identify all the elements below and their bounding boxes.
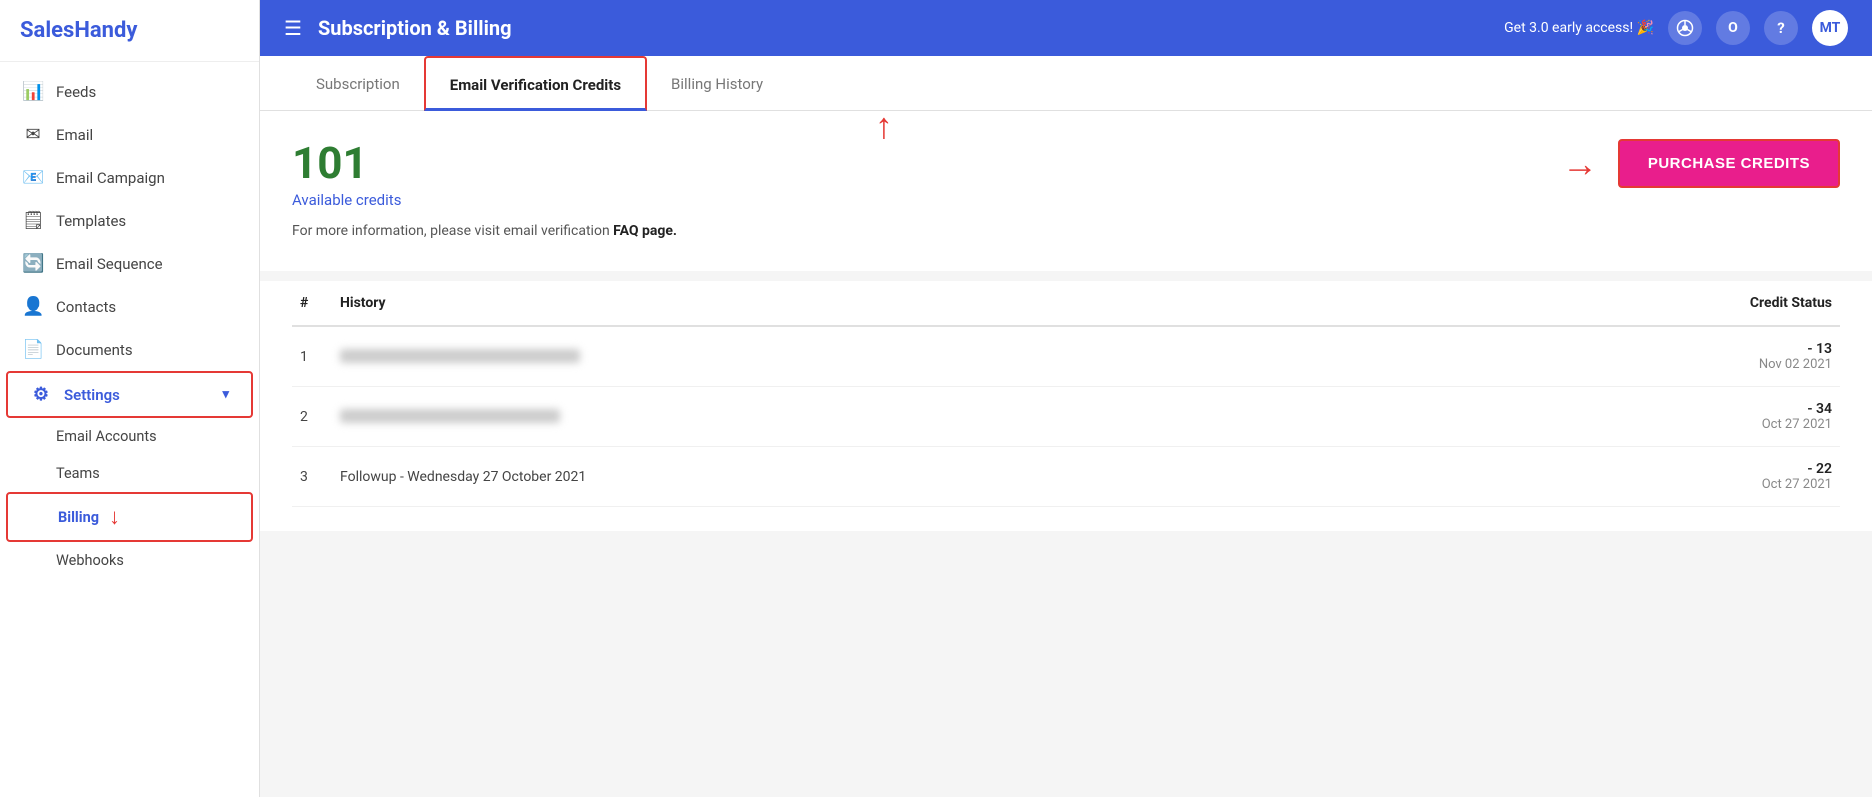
credit-value: - 13 bbox=[1437, 341, 1832, 357]
row-number: 3 bbox=[292, 447, 332, 507]
col-history: History bbox=[332, 281, 1429, 326]
row-history bbox=[332, 326, 1429, 387]
email-icon: ✉ bbox=[22, 124, 44, 145]
sidebar-item-email-sequence[interactable]: 🔄 Email Sequence bbox=[0, 242, 259, 285]
email-sequence-icon: 🔄 bbox=[22, 253, 44, 274]
sub-nav-label: Webhooks bbox=[56, 552, 124, 569]
sub-nav-label: Email Accounts bbox=[56, 428, 157, 445]
blurred-history bbox=[340, 349, 580, 363]
credits-section: 101 Available credits For more informati… bbox=[260, 111, 1872, 271]
sidebar-item-email-accounts[interactable]: Email Accounts bbox=[0, 418, 259, 455]
early-access-label[interactable]: Get 3.0 early access! 🎉 bbox=[1504, 20, 1654, 36]
sidebar-item-templates[interactable]: 🗒 Templates bbox=[0, 199, 259, 242]
contacts-icon: 👤 bbox=[22, 296, 44, 317]
sidebar-item-label: Templates bbox=[56, 212, 126, 230]
credit-date: Oct 27 2021 bbox=[1437, 417, 1832, 432]
sidebar-item-contacts[interactable]: 👤 Contacts bbox=[0, 285, 259, 328]
settings-icon: ⚙ bbox=[30, 384, 52, 405]
tab-subscription[interactable]: Subscription bbox=[292, 57, 424, 110]
sidebar-item-label: Email bbox=[56, 126, 93, 144]
purchase-credits-wrap: → PURCHASE CREDITS bbox=[1562, 139, 1840, 188]
page-title: Subscription & Billing bbox=[318, 16, 1488, 40]
row-number: 1 bbox=[292, 326, 332, 387]
tab-email-verification-credits[interactable]: Email Verification Credits bbox=[424, 56, 647, 111]
chevron-down-icon: ▾ bbox=[222, 387, 229, 402]
topbar-right: Get 3.0 early access! 🎉 O ? MT bbox=[1504, 10, 1848, 46]
tab-container: Subscription Email Verification Credits … bbox=[260, 56, 1872, 111]
col-credit-status: Credit Status bbox=[1429, 281, 1840, 326]
sidebar: SalesHandy 📊 Feeds ✉ Email 📧 Email Campa… bbox=[0, 0, 260, 797]
sidebar-item-billing[interactable]: Billing ↓ bbox=[6, 492, 253, 542]
menu-icon[interactable]: ☰ bbox=[284, 16, 302, 40]
sub-nav-label: Teams bbox=[56, 465, 100, 482]
credits-number: 101 bbox=[292, 139, 677, 187]
blurred-history bbox=[340, 409, 560, 423]
help-icon[interactable]: ? bbox=[1764, 11, 1798, 45]
logo-handy: Handy bbox=[74, 18, 137, 43]
main-content: ☰ Subscription & Billing Get 3.0 early a… bbox=[260, 0, 1872, 797]
sidebar-item-settings[interactable]: ⚙ Settings ▾ bbox=[6, 371, 253, 418]
sidebar-item-label: Settings bbox=[64, 386, 120, 404]
sidebar-item-label: Feeds bbox=[56, 83, 96, 101]
table-row: 3 Followup - Wednesday 27 October 2021 -… bbox=[292, 447, 1840, 507]
templates-icon: 🗒 bbox=[22, 210, 44, 231]
sub-nav-label: Billing bbox=[58, 509, 99, 526]
logo-sales: Sales bbox=[20, 18, 74, 43]
row-credit-status: - 34 Oct 27 2021 bbox=[1429, 387, 1840, 447]
purchase-credits-button[interactable]: PURCHASE CREDITS bbox=[1618, 139, 1840, 188]
row-number: 2 bbox=[292, 387, 332, 447]
outlook-icon[interactable]: O bbox=[1716, 11, 1750, 45]
history-section: # History Credit Status 1 bbox=[260, 281, 1872, 531]
email-campaign-icon: 📧 bbox=[22, 167, 44, 188]
row-credit-status: - 22 Oct 27 2021 bbox=[1429, 447, 1840, 507]
sidebar-item-feeds[interactable]: 📊 Feeds bbox=[0, 70, 259, 113]
sidebar-item-email-campaign[interactable]: 📧 Email Campaign bbox=[0, 156, 259, 199]
sidebar-item-email[interactable]: ✉ Email bbox=[0, 113, 259, 156]
credit-value: - 34 bbox=[1437, 401, 1832, 417]
tab-bar: Subscription Email Verification Credits … bbox=[260, 56, 1872, 111]
tab-billing-history[interactable]: Billing History bbox=[647, 57, 787, 110]
sidebar-item-label: Contacts bbox=[56, 298, 116, 316]
avatar[interactable]: MT bbox=[1812, 10, 1848, 46]
history-table: # History Credit Status 1 bbox=[292, 281, 1840, 507]
content-area: Subscription Email Verification Credits … bbox=[260, 56, 1872, 797]
row-history bbox=[332, 387, 1429, 447]
row-history: Followup - Wednesday 27 October 2021 bbox=[332, 447, 1429, 507]
documents-icon: 📄 bbox=[22, 339, 44, 360]
sidebar-item-label: Email Sequence bbox=[56, 255, 163, 273]
sidebar-item-webhooks[interactable]: Webhooks bbox=[0, 542, 259, 579]
down-arrow-annotation: ↓ bbox=[109, 504, 120, 530]
sidebar-item-teams[interactable]: Teams bbox=[0, 455, 259, 492]
credits-label: Available credits bbox=[292, 191, 677, 209]
right-arrow-annotation: → bbox=[1562, 143, 1598, 185]
table-row: 2 - 34 Oct 27 2021 bbox=[292, 387, 1840, 447]
chrome-extension-icon[interactable] bbox=[1668, 11, 1702, 45]
sidebar-nav: 📊 Feeds ✉ Email 📧 Email Campaign 🗒 Templ… bbox=[0, 62, 259, 797]
credit-date: Nov 02 2021 bbox=[1437, 357, 1832, 372]
table-row: 1 - 13 Nov 02 2021 bbox=[292, 326, 1840, 387]
credit-date: Oct 27 2021 bbox=[1437, 477, 1832, 492]
row-credit-status: - 13 Nov 02 2021 bbox=[1429, 326, 1840, 387]
credits-info: 101 Available credits For more informati… bbox=[292, 139, 677, 239]
sidebar-item-label: Documents bbox=[56, 341, 133, 359]
credit-value: - 22 bbox=[1437, 461, 1832, 477]
col-number: # bbox=[292, 281, 332, 326]
feeds-icon: 📊 bbox=[22, 81, 44, 102]
sidebar-item-label: Email Campaign bbox=[56, 169, 165, 187]
faq-link[interactable]: FAQ page. bbox=[613, 223, 677, 239]
topbar: ☰ Subscription & Billing Get 3.0 early a… bbox=[260, 0, 1872, 56]
sidebar-item-documents[interactable]: 📄 Documents bbox=[0, 328, 259, 371]
credits-info-text: For more information, please visit email… bbox=[292, 223, 677, 239]
app-logo: SalesHandy bbox=[0, 0, 259, 62]
